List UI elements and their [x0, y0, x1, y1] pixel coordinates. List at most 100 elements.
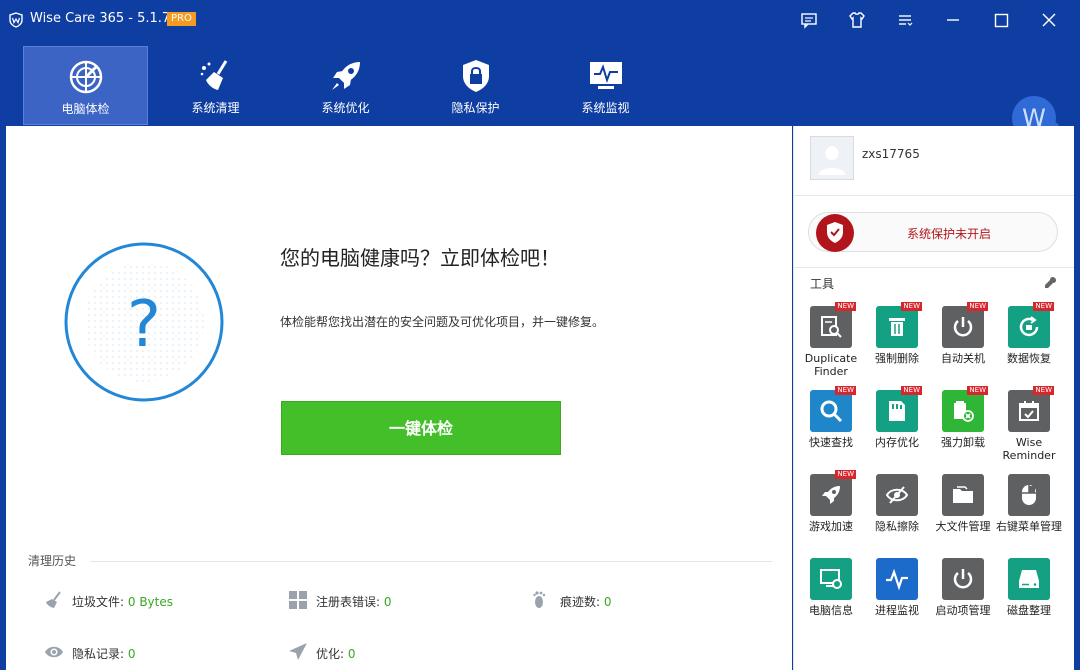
uninstall-icon: NEW [942, 386, 988, 432]
folder-icon [942, 474, 984, 516]
new-badge: NEW [901, 386, 922, 395]
stat-label: 注册表错误: [316, 595, 381, 609]
tool-game-boost[interactable]: NEW 游戏加速 [798, 470, 864, 533]
broom-icon [46, 591, 61, 608]
new-badge: NEW [1033, 302, 1054, 311]
tool-data-recovery[interactable]: NEW 数据恢复 [996, 302, 1062, 365]
tool-label: 大文件管理 [935, 520, 991, 533]
feedback-icon[interactable] [797, 8, 821, 32]
one-click-checkup-button[interactable]: 一键体检 [281, 401, 561, 455]
monitor-pulse-icon [589, 62, 622, 89]
protection-status-label: 系统保护未开启 [907, 227, 992, 241]
rocket-icon [331, 62, 360, 90]
tool-label: 进程监视 [875, 604, 919, 617]
tool-force-delete[interactable]: NEW 强制删除 [864, 302, 930, 365]
tool-label: 内存优化 [875, 436, 919, 449]
rocket-icon: NEW [810, 470, 856, 516]
tool-memory-optimize[interactable]: NEW 内存优化 [864, 386, 930, 449]
nav-label: 系统优化 [321, 101, 370, 115]
tool-large-file-manager[interactable]: 大文件管理 [930, 474, 996, 533]
settings-menu-icon[interactable] [893, 8, 917, 32]
nav-item-privacy[interactable]: 隐私保护 [413, 46, 538, 125]
svg-text:?: ? [127, 288, 161, 362]
tool-context-menu-manager[interactable]: 右键菜单管理 [996, 474, 1062, 533]
nav-label: 电脑体检 [61, 102, 110, 116]
user-avatar[interactable] [810, 136, 854, 180]
tool-label: 快速查找 [809, 436, 853, 449]
tool-pc-info[interactable]: 电脑信息 [798, 558, 864, 617]
maximize-icon[interactable] [989, 8, 1013, 32]
tool-startup-manager[interactable]: 启动项管理 [930, 558, 996, 617]
nav-item-system-monitor[interactable]: 系统监视 [543, 46, 668, 125]
wrench-icon[interactable] [1043, 276, 1057, 290]
tool-label: 数据恢复 [1007, 352, 1051, 365]
tool-wise-reminder[interactable]: NEW Wise Reminder [996, 386, 1062, 462]
recovery-icon: NEW [1008, 302, 1054, 348]
tool-label: Wise Reminder [1002, 436, 1056, 462]
stat-label: 痕迹数: [560, 595, 601, 609]
search-icon: NEW [810, 386, 856, 432]
broom-icon [200, 60, 227, 90]
nav-label: 系统清理 [191, 101, 240, 115]
new-badge: NEW [835, 470, 856, 479]
registry-grid-icon [289, 591, 307, 609]
close-icon[interactable] [1037, 8, 1061, 32]
tool-label: 启动项管理 [935, 604, 991, 617]
tool-label: 强力卸载 [941, 436, 985, 449]
nav-item-pc-checkup[interactable]: 电脑体检 [23, 46, 148, 125]
radar-icon [69, 60, 102, 94]
tool-privacy-eraser[interactable]: 隐私擦除 [864, 474, 930, 533]
stat-value: 0 [127, 647, 136, 661]
minimize-icon[interactable] [941, 8, 965, 32]
tool-label: 磁盘整理 [1007, 604, 1051, 617]
power-icon: NEW [942, 302, 988, 348]
tool-disk-defrag[interactable]: 磁盘整理 [996, 558, 1062, 617]
paper-plane-icon [289, 643, 307, 660]
system-protection-toggle[interactable]: 系统保护未开启 [808, 212, 1058, 252]
app-logo-icon [9, 12, 23, 28]
tool-auto-shutdown[interactable]: NEW 自动关机 [930, 302, 996, 365]
stat-label: 垃圾文件: [72, 595, 125, 609]
tool-label: 电脑信息 [809, 604, 853, 617]
stat-value: 0 [383, 595, 392, 609]
health-title: 您的电脑健康吗？立即体检吧！ [280, 246, 560, 270]
hard-drive-icon [1008, 558, 1050, 600]
side-panel: zxs17765 系统保护未开启 工具 NEW Duplicate Finder… [793, 126, 1074, 670]
username: zxs17765 [862, 147, 920, 161]
clean-history-title: 清理历史 [28, 554, 77, 568]
new-badge: NEW [901, 302, 922, 311]
tool-label: 自动关机 [941, 352, 985, 365]
calendar-check-icon: NEW [1008, 386, 1054, 432]
new-badge: NEW [835, 302, 856, 311]
tool-label: 强制删除 [875, 352, 919, 365]
nav-item-system-clean[interactable]: 系统清理 [153, 46, 278, 125]
skin-shirt-icon[interactable] [845, 8, 869, 32]
new-badge: NEW [835, 386, 856, 395]
stat-label: 优化: [316, 647, 345, 661]
app-title: Wise Care 365 - 5.1.7 [30, 11, 171, 26]
tool-label: 隐私擦除 [875, 520, 919, 533]
tool-quick-search[interactable]: NEW 快速查找 [798, 386, 864, 449]
trash-icon: NEW [876, 302, 922, 348]
nav-label: 系统监视 [581, 101, 630, 115]
pro-badge: PRO [167, 12, 196, 26]
new-badge: NEW [967, 302, 988, 311]
nav-item-system-optimize[interactable]: 系统优化 [283, 46, 408, 125]
user-silhouette-icon [818, 146, 846, 176]
power-icon [942, 558, 984, 600]
divider [90, 561, 772, 562]
question-mark-icon: ? [64, 242, 224, 402]
eye-icon [45, 646, 63, 658]
main-nav: 电脑体检 系统清理 系统优化 隐私保护 系统监视 W [0, 40, 1080, 140]
title-bar: Wise Care 365 - 5.1.7 PRO [0, 0, 1080, 40]
pulse-icon [876, 558, 918, 600]
mouse-icon [1008, 474, 1050, 516]
tool-duplicate-finder[interactable]: NEW Duplicate Finder [798, 302, 864, 378]
tool-label: 右键菜单管理 [996, 520, 1062, 533]
eye-slash-icon [876, 474, 918, 516]
checkup-panel: ? 您的电脑健康吗？立即体检吧！ 体检能帮您找出潜在的安全问题及可优化项目，并一… [6, 126, 792, 670]
tool-label: 游戏加速 [809, 520, 853, 533]
tool-force-uninstall[interactable]: NEW 强力卸载 [930, 386, 996, 449]
health-description: 体检能帮您找出潜在的安全问题及可优化项目，并一键修复。 [280, 315, 605, 329]
tool-process-monitor[interactable]: 进程监视 [864, 558, 930, 617]
